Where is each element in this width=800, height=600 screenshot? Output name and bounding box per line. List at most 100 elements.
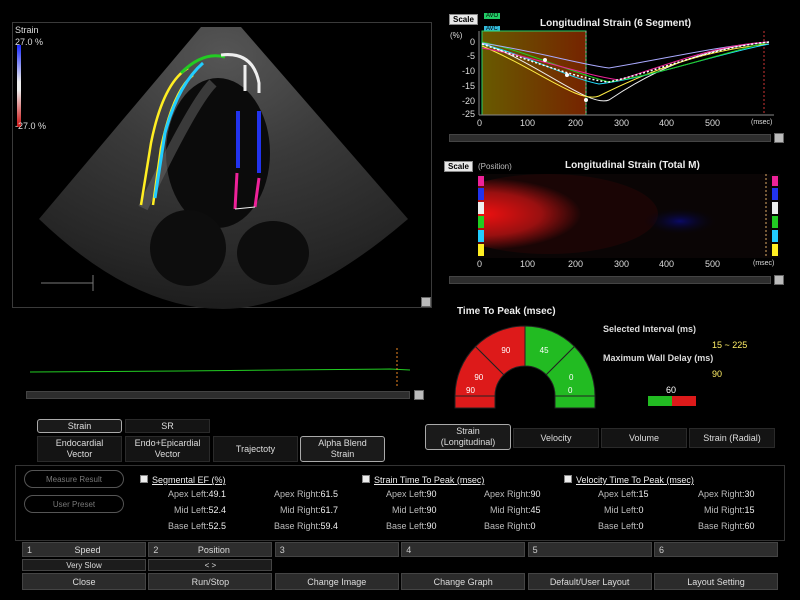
alpha-blend-strain-button[interactable]: Alpha Blend Strain [300, 436, 385, 462]
selected-interval-value: 15 ~ 225 [712, 340, 748, 350]
mmode-scale-button[interactable]: Scale [444, 161, 473, 172]
softkey-1-top[interactable]: 1 Speed [22, 542, 146, 557]
row-value: :49.1 [206, 489, 227, 499]
ecg-scrollbar[interactable] [26, 391, 410, 399]
trajectory-button[interactable]: Trajectoty [213, 436, 298, 462]
softkey-number: 3 [279, 544, 285, 555]
table-row: Apex Left:49.1 Apex Right:61.5 [140, 489, 360, 505]
curve-xtick: 500 [705, 118, 721, 128]
softkey-2-value[interactable]: < > [148, 559, 273, 571]
softkey-3-top[interactable]: 3 [274, 542, 399, 557]
curve-scale-button[interactable]: Scale [449, 14, 478, 25]
curve-ytick: -10 [461, 66, 475, 76]
ttp-base-label: 90 [466, 386, 475, 395]
softkey-1-value[interactable]: Very Slow [22, 559, 146, 571]
row-label: Apex Left [597, 489, 636, 499]
softkey-number: 4 [406, 544, 412, 555]
velocity-ttp-header[interactable]: Velocity Time To Peak (msec) [564, 470, 694, 488]
measure-result-button[interactable]: Measure Result [24, 470, 124, 488]
row-value: :30 [742, 489, 755, 499]
strain-ttp-table: Apex Left:90 Apex Right:90 Mid Left:90 M… [362, 489, 562, 537]
row-value: :0 [528, 521, 536, 531]
table-row: Base Left:0 Base Right:60 [564, 521, 774, 537]
curve-resize-handle[interactable] [774, 133, 784, 143]
row-label: Base Right [273, 521, 318, 531]
row-value: :15 [636, 489, 649, 499]
softkey-bar: 1 Speed Very Slow Close 2 Position < > Run/Stop… [22, 542, 778, 592]
echo-image-panel[interactable]: Strain 27.0 % -27.0 % [12, 22, 432, 309]
row-label: Mid Right [703, 505, 742, 515]
delay-bar-value: 60 [666, 385, 677, 395]
delay-bar [648, 396, 696, 406]
row-value: :90 [528, 489, 541, 499]
softkey-4-button[interactable]: Change Graph [401, 573, 526, 590]
row-value: :0 [636, 521, 644, 531]
strain-scale-max: 27.0 % [15, 37, 44, 47]
table-row: Base Left:90 Base Right:0 [362, 521, 562, 537]
ttp-base-segment [454, 395, 496, 409]
curve-ytick: -5 [466, 51, 475, 61]
row-label: Base Left [597, 521, 636, 531]
mmode-xtick: 400 [659, 259, 675, 269]
softkey-2-top[interactable]: 2 Position [148, 542, 273, 557]
segmental-ef-header[interactable]: Segmental EF (%) [140, 470, 226, 488]
softkey-6-button[interactable]: Layout Setting [654, 573, 778, 590]
strain-ttp-header[interactable]: Strain Time To Peak (msec) [362, 470, 484, 488]
ttp-bullseye: 90 90 45 0 90 0 [450, 318, 600, 413]
row-label: Mid Left [391, 505, 424, 515]
softkey-2-button[interactable]: Run/Stop [148, 573, 273, 590]
curve-xtick: 300 [614, 118, 630, 128]
tab-velocity[interactable]: Velocity [513, 428, 599, 448]
tab-volume[interactable]: Volume [601, 428, 687, 448]
mmode-resize-handle[interactable] [774, 275, 784, 285]
softkey-5-button[interactable]: Default/User Layout [527, 573, 652, 590]
strain-ttp-title: Strain Time To Peak (msec) [374, 475, 485, 485]
row-value: :59.4 [318, 521, 339, 531]
ttp-base-label: 0 [568, 386, 573, 395]
max-wall-delay-label: Maximum Wall Delay (ms) [603, 353, 714, 363]
velocity-ttp-table: Apex Left:15 Apex Right:30 Mid Left:0 Mi… [564, 489, 774, 537]
curve-ytick: -15 [461, 81, 475, 91]
softkey-1-button[interactable]: Close [22, 573, 146, 590]
tab-strain[interactable]: Strain [37, 419, 122, 433]
tab-sr[interactable]: SR [125, 419, 210, 433]
softkey-number: 6 [659, 544, 665, 555]
mmode-scrollbar[interactable] [449, 276, 771, 284]
softkey-4-top[interactable]: 4 [401, 542, 526, 557]
user-preset-button[interactable]: User Preset [24, 495, 124, 513]
ttp-segment-label: 90 [501, 346, 510, 355]
row-value: :15 [742, 505, 755, 515]
curve-xtick: 200 [568, 118, 584, 128]
row-label: Mid Right [489, 505, 528, 515]
softkey-3-button[interactable]: Change Image [274, 573, 399, 590]
row-value: :52.5 [206, 521, 227, 531]
mmode-xtick: 200 [568, 259, 584, 269]
softkey-6-top[interactable]: 6 [654, 542, 778, 557]
strain-curve-graph: 0 -5 -10 -15 -20 -25 [449, 28, 779, 128]
row-label: Base Left [167, 521, 206, 531]
mmode-xtick: 500 [705, 259, 721, 269]
table-row: Mid Left:0 Mid Right:15 [564, 505, 774, 521]
table-row: Mid Left:52.4 Mid Right:61.7 [140, 505, 360, 521]
mmode-x-axis: 0 100 200 300 400 500 (msec) [449, 259, 779, 271]
echo-resize-handle[interactable] [421, 297, 431, 307]
curve-ytick: -20 [461, 96, 475, 106]
mmode-xtick: 300 [614, 259, 630, 269]
tab-strain-longitudinal[interactable]: Strain (Longitudinal) [425, 424, 511, 450]
ecg-trace [29, 348, 411, 388]
softkey-5-top[interactable]: 5 [527, 542, 652, 557]
ecg-resize-handle[interactable] [414, 390, 424, 400]
row-value: :0 [636, 505, 644, 515]
mmode-title: Longitudinal Strain (Total M) [565, 160, 700, 171]
endo-epicardial-vector-button[interactable]: Endo+Epicardial Vector [125, 436, 210, 462]
strain-ttp-checkbox[interactable] [362, 474, 370, 483]
tab-strain-radial[interactable]: Strain (Radial) [689, 428, 775, 448]
row-value: :45 [528, 505, 541, 515]
row-label: Base Right [483, 521, 528, 531]
velocity-ttp-checkbox[interactable] [564, 474, 572, 483]
curve-scrollbar[interactable] [449, 134, 771, 142]
segmental-ef-checkbox[interactable] [140, 474, 148, 483]
row-label: Apex Left [167, 489, 206, 499]
row-label: Apex Right [273, 489, 318, 499]
endocardial-vector-button[interactable]: Endocardial Vector [37, 436, 122, 462]
